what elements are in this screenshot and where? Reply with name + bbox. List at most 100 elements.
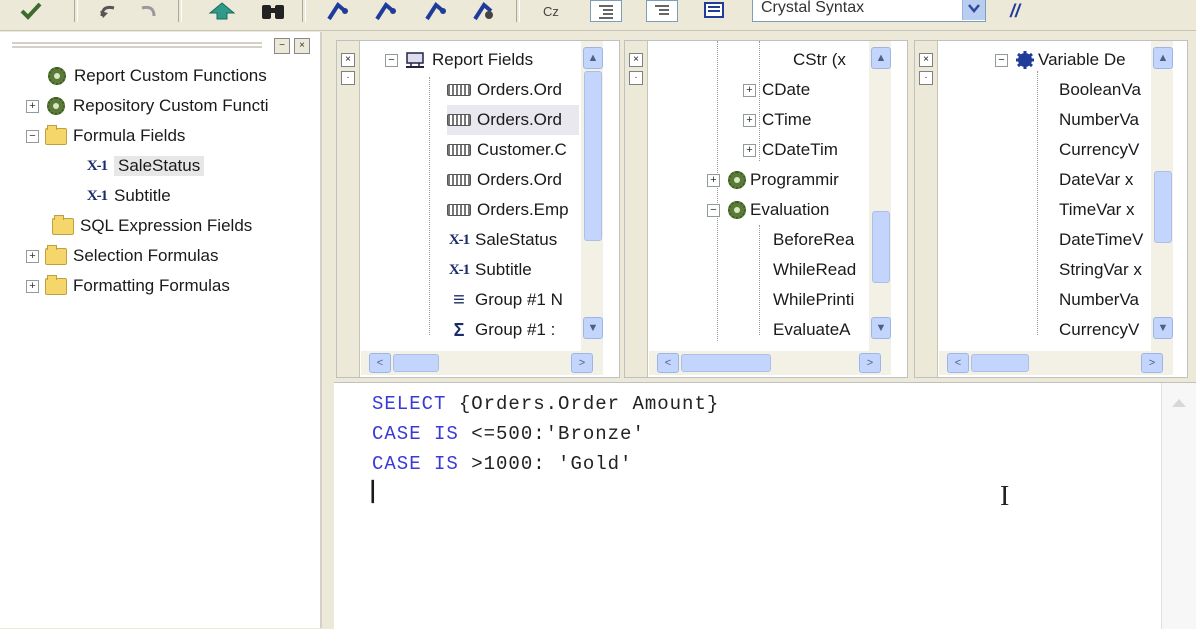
expand-icon[interactable]: + (743, 83, 756, 97)
close-pane-button[interactable]: × (341, 53, 355, 67)
vertical-scrollbar[interactable]: ▲ ▼ (581, 41, 603, 353)
tree-item-salestatus[interactable]: X-1 SaleStatus (86, 152, 205, 180)
code-line[interactable]: CASE IS <=500:'Bronze' (372, 423, 645, 445)
list-item[interactable]: CStr (x (793, 45, 873, 75)
list-item[interactable]: CurrencyV (1059, 315, 1151, 345)
horizontal-scrollbar[interactable]: < > (649, 351, 891, 375)
expand-icon[interactable]: + (26, 249, 39, 263)
check-icon[interactable] (18, 0, 44, 22)
horizontal-scrollbar[interactable]: < > (939, 351, 1173, 375)
tree-item-selection-formulas[interactable]: + Selection Formulas (26, 242, 219, 270)
list-item[interactable]: Orders.Emp (447, 195, 579, 225)
close-pane-button[interactable]: × (919, 53, 933, 67)
list-item[interactable]: ≡ Group #1 N (447, 285, 579, 315)
vertical-scrollbar[interactable]: ▲ ▼ (869, 41, 891, 353)
close-panel-button[interactable]: × (294, 38, 310, 54)
chevron-down-icon[interactable] (962, 0, 985, 20)
tree-item-formula-fields[interactable]: − Formula Fields (26, 122, 185, 150)
vertical-scrollbar[interactable]: ▲ ▼ (1151, 41, 1173, 353)
binoculars-icon[interactable] (258, 0, 288, 22)
list-item[interactable]: + CDateTim (743, 135, 873, 165)
list-item[interactable]: + CTime (743, 105, 873, 135)
collapse-icon[interactable]: − (707, 203, 720, 217)
scroll-down-icon[interactable]: ▼ (871, 317, 891, 339)
expand-icon[interactable]: + (707, 173, 720, 187)
expand-icon[interactable]: + (743, 113, 756, 127)
scroll-down-icon[interactable]: ▼ (583, 317, 603, 339)
scroll-up-icon[interactable] (1172, 399, 1186, 407)
next-bookmark-icon[interactable] (370, 0, 402, 22)
list-item[interactable]: − Evaluation (707, 195, 873, 225)
collapse-icon[interactable]: − (26, 129, 39, 143)
scroll-thumb[interactable] (393, 354, 439, 372)
list-item[interactable]: StringVar x (1059, 255, 1151, 285)
scroll-left-icon[interactable]: < (947, 353, 969, 373)
sort-icon[interactable]: Cz (538, 0, 568, 22)
list-item[interactable]: DateVar x (1059, 165, 1151, 195)
scroll-down-icon[interactable]: ▼ (1153, 317, 1173, 339)
list-item[interactable]: BooleanVa (1059, 75, 1151, 105)
list-item[interactable]: Σ Group #1 : (447, 315, 579, 345)
collapse-tree-icon[interactable] (646, 0, 678, 22)
properties-icon[interactable] (700, 0, 730, 22)
tree-item-repository-custom-functions[interactable]: + Repository Custom Functi (26, 92, 269, 120)
arrows-icon[interactable] (206, 0, 238, 22)
tree-item-formatting-formulas[interactable]: + Formatting Formulas (26, 272, 230, 300)
minimize-panel-button[interactable]: − (274, 38, 290, 54)
list-item[interactable]: WhilePrinti (773, 285, 873, 315)
scroll-thumb[interactable] (1154, 171, 1172, 243)
list-item[interactable]: NumberVa (1059, 105, 1151, 135)
pin-pane-button[interactable]: · (341, 71, 355, 85)
pin-pane-button[interactable]: · (629, 71, 643, 85)
redo-icon[interactable] (134, 0, 160, 22)
list-item[interactable]: Orders.Ord (447, 75, 579, 105)
scroll-up-icon[interactable]: ▲ (871, 47, 891, 69)
scroll-up-icon[interactable]: ▲ (583, 47, 603, 69)
list-item[interactable]: + Programmir (707, 165, 873, 195)
list-item[interactable]: Customer.C (447, 135, 579, 165)
pin-pane-button[interactable]: · (919, 71, 933, 85)
syntax-select[interactable]: Crystal Syntax (752, 0, 986, 22)
tree-item-report-custom-functions[interactable]: Report Custom Functions (46, 62, 267, 90)
scroll-left-icon[interactable]: < (657, 353, 679, 373)
code-line[interactable]: CASE IS >1000: 'Gold' (372, 453, 632, 475)
list-item[interactable]: Orders.Ord (447, 105, 579, 135)
expand-tree-icon[interactable] (590, 0, 622, 22)
list-item[interactable]: TimeVar x (1059, 195, 1151, 225)
panel-grip[interactable] (12, 42, 262, 50)
list-item[interactable]: NumberVa (1059, 285, 1151, 315)
expand-icon[interactable]: + (26, 99, 39, 113)
list-item[interactable]: Orders.Ord (447, 165, 579, 195)
prev-bookmark-icon[interactable] (420, 0, 452, 22)
undo-icon[interactable] (96, 0, 122, 22)
scroll-thumb[interactable] (872, 211, 890, 283)
collapse-icon[interactable]: − (385, 53, 398, 67)
list-item[interactable]: DateTimeV (1059, 225, 1151, 255)
scroll-thumb[interactable] (584, 71, 602, 241)
editor-scrollbar[interactable] (1161, 383, 1196, 629)
list-item[interactable]: CurrencyV (1059, 135, 1151, 165)
tree-item-report-fields[interactable]: − Report Fields (385, 45, 581, 75)
scroll-thumb[interactable] (971, 354, 1029, 372)
tree-item-variable-declarations[interactable]: − Variable De (995, 45, 1151, 75)
scroll-up-icon[interactable]: ▲ (1153, 47, 1173, 69)
list-item[interactable]: + CDate (743, 75, 873, 105)
list-item[interactable]: BeforeRea (773, 225, 873, 255)
formula-editor[interactable]: SELECT {Orders.Order Amount} CASE IS <=5… (334, 382, 1196, 629)
list-item[interactable]: X-1 Subtitle (447, 255, 579, 285)
expand-icon[interactable]: + (743, 143, 756, 157)
tree-item-sql-expression-fields[interactable]: SQL Expression Fields (52, 212, 252, 240)
scroll-right-icon[interactable]: > (571, 353, 593, 373)
scroll-right-icon[interactable]: > (859, 353, 881, 373)
horizontal-scrollbar[interactable]: < > (361, 351, 603, 375)
list-item[interactable]: WhileRead (773, 255, 873, 285)
clear-bookmarks-icon[interactable] (468, 0, 500, 22)
comment-icon[interactable]: // (1000, 0, 1030, 22)
tree-item-subtitle[interactable]: X-1 Subtitle (86, 182, 171, 210)
bookmark-icon[interactable] (322, 0, 354, 22)
close-pane-button[interactable]: × (629, 53, 643, 67)
collapse-icon[interactable]: − (995, 53, 1008, 67)
expand-icon[interactable]: + (26, 279, 39, 293)
code-line[interactable]: SELECT {Orders.Order Amount} (372, 393, 719, 415)
scroll-thumb[interactable] (681, 354, 771, 372)
